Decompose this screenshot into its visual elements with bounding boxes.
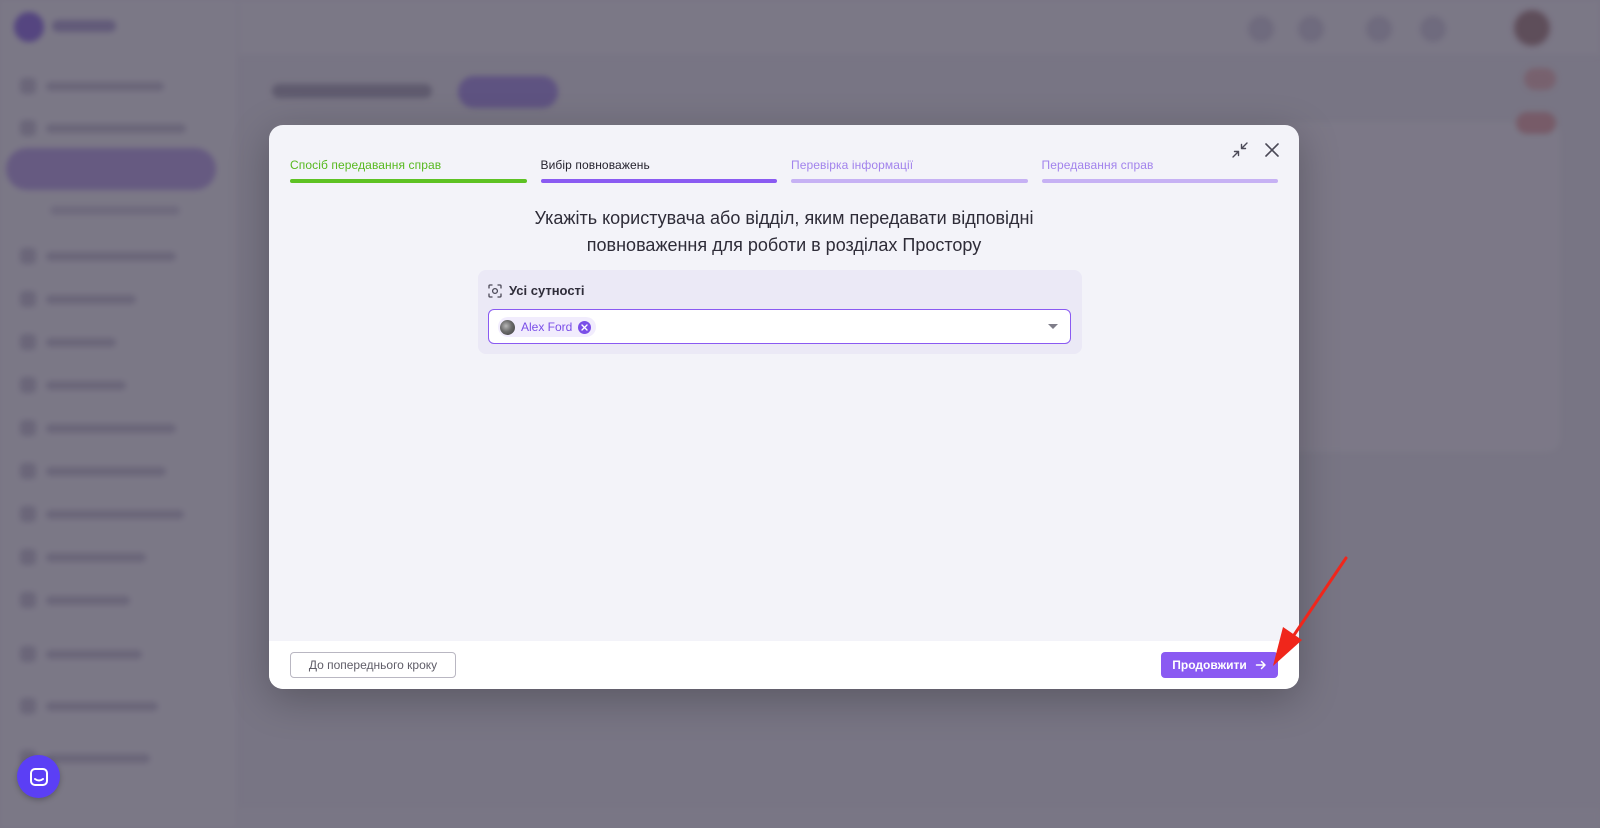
- selected-user-name: Alex Ford: [521, 320, 573, 334]
- step-permissions[interactable]: Вибір повноважень: [540, 158, 777, 183]
- continue-button[interactable]: Продовжити: [1161, 652, 1278, 678]
- continue-button-label: Продовжити: [1172, 658, 1247, 672]
- avatar: [500, 319, 515, 335]
- remove-chip-button[interactable]: [578, 320, 592, 334]
- step-label: Передавання справ: [1041, 158, 1154, 172]
- step-label: Перевірка інформації: [791, 158, 914, 172]
- remove-icon: [581, 323, 589, 331]
- dropdown-arrow-icon[interactable]: [1048, 324, 1058, 329]
- entity-scan-icon: [488, 283, 502, 298]
- entity-title: Усі сутності: [509, 283, 585, 298]
- collapse-icon: [1232, 142, 1248, 158]
- arrow-right-icon: [1255, 660, 1266, 670]
- user-select[interactable]: Alex Ford: [488, 309, 1071, 344]
- selected-user-chip: Alex Ford: [498, 317, 597, 337]
- transfer-cases-modal: Спосіб передавання справ Вибір повноваже…: [269, 125, 1299, 689]
- step-transfer: Передавання справ: [1041, 158, 1278, 183]
- wizard-steps: Спосіб передавання справ Вибір повноваже…: [290, 158, 1278, 183]
- step-progress-bar: [791, 179, 1028, 183]
- heading-line-2: повноваження для роботи в розділах Прост…: [586, 235, 982, 255]
- step-progress-bar: [540, 179, 777, 183]
- step-progress-bar: [1041, 179, 1278, 183]
- entity-header: Усі сутності: [488, 283, 585, 298]
- step-transfer-method[interactable]: Спосіб передавання справ: [290, 158, 527, 183]
- modal-heading: Укажіть користувача або відділ, яким пер…: [269, 205, 1299, 259]
- chat-icon: [29, 767, 48, 786]
- modal-footer: До попереднього кроку Продовжити: [269, 641, 1299, 689]
- step-label: Вибір повноважень: [540, 158, 650, 172]
- chat-launcher-button[interactable]: [17, 755, 60, 798]
- entity-section: Усі сутності Alex Ford: [478, 270, 1082, 354]
- step-progress-bar: [290, 179, 527, 183]
- step-label: Спосіб передавання справ: [290, 158, 442, 172]
- heading-line-1: Укажіть користувача або відділ, яким пер…: [534, 208, 1034, 228]
- close-icon: [1265, 143, 1279, 157]
- step-verification: Перевірка інформації: [791, 158, 1028, 183]
- previous-step-button[interactable]: До попереднього кроку: [290, 652, 456, 678]
